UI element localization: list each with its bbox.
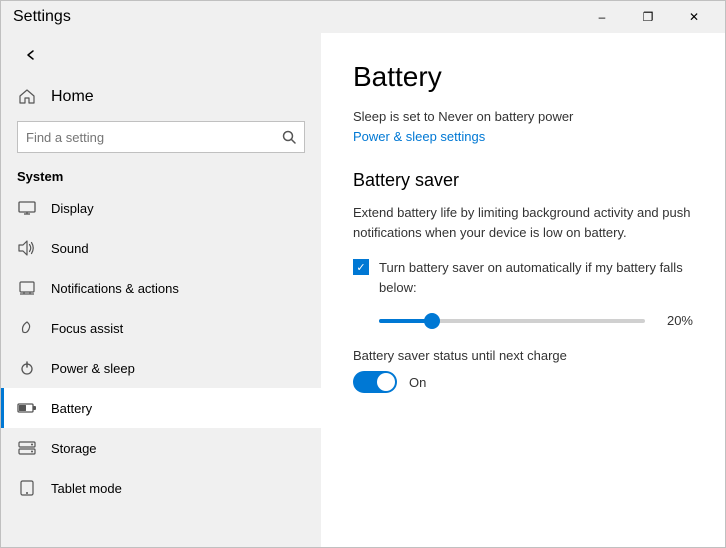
display-label: Display	[51, 201, 94, 216]
sidebar-nav-top	[1, 33, 321, 77]
focus-label: Focus assist	[51, 321, 123, 336]
battery-label: Battery	[51, 401, 92, 416]
tablet-label: Tablet mode	[51, 481, 122, 496]
display-icon	[17, 198, 37, 218]
checkbox-label: Turn battery saver on automatically if m…	[379, 258, 693, 297]
page-title: Battery	[353, 61, 693, 93]
power-icon	[17, 358, 37, 378]
main-layout: Home System Display	[1, 33, 725, 547]
sound-icon	[17, 238, 37, 258]
notifications-icon	[17, 278, 37, 298]
sidebar-item-tablet[interactable]: Tablet mode	[1, 468, 321, 508]
home-label: Home	[51, 88, 94, 106]
sidebar-item-storage[interactable]: Storage	[1, 428, 321, 468]
toggle-status-label: On	[409, 375, 426, 390]
maximize-button[interactable]: ❐	[625, 1, 671, 33]
back-button[interactable]	[17, 41, 45, 69]
sound-label: Sound	[51, 241, 89, 256]
sidebar-item-sound[interactable]: Sound	[1, 228, 321, 268]
battery-icon	[17, 398, 37, 418]
search-input[interactable]	[26, 130, 282, 145]
battery-saver-title: Battery saver	[353, 170, 693, 191]
search-box[interactable]	[17, 121, 305, 153]
notifications-label: Notifications & actions	[51, 281, 179, 296]
sidebar-item-notifications[interactable]: Notifications & actions	[1, 268, 321, 308]
title-bar-title: Settings	[13, 8, 71, 26]
sidebar-item-display[interactable]: Display	[1, 188, 321, 228]
home-icon	[17, 87, 37, 107]
focus-icon	[17, 318, 37, 338]
tablet-icon	[17, 478, 37, 498]
power-sleep-link[interactable]: Power & sleep settings	[353, 129, 485, 144]
battery-saver-checkbox[interactable]: ✓	[353, 259, 369, 275]
storage-icon	[17, 438, 37, 458]
title-bar: Settings – ❐ ✕	[1, 1, 725, 33]
storage-label: Storage	[51, 441, 97, 456]
close-button[interactable]: ✕	[671, 1, 717, 33]
slider-thumb[interactable]	[424, 313, 440, 329]
battery-threshold-slider-row: 20%	[379, 313, 693, 328]
search-icon	[282, 130, 296, 144]
battery-saver-checkbox-row: ✓ Turn battery saver on automatically if…	[353, 258, 693, 297]
toggle-knob	[377, 373, 395, 391]
battery-saver-toggle-row: On	[353, 371, 693, 393]
settings-window: Settings – ❐ ✕	[0, 0, 726, 548]
sidebar-item-battery[interactable]: Battery	[1, 388, 321, 428]
content-panel: Battery Sleep is set to Never on battery…	[321, 33, 725, 547]
title-bar-controls: – ❐ ✕	[579, 1, 717, 33]
minimize-button[interactable]: –	[579, 1, 625, 33]
sidebar-item-focus[interactable]: Focus assist	[1, 308, 321, 348]
toggle-section-label: Battery saver status until next charge	[353, 348, 693, 363]
title-bar-left: Settings	[13, 8, 71, 26]
sidebar-item-power[interactable]: Power & sleep	[1, 348, 321, 388]
battery-saver-description: Extend battery life by limiting backgrou…	[353, 203, 693, 242]
checkbox-check-icon: ✓	[356, 261, 365, 274]
battery-saver-toggle[interactable]	[353, 371, 397, 393]
power-label: Power & sleep	[51, 361, 135, 376]
slider-value: 20%	[657, 313, 693, 328]
sleep-info: Sleep is set to Never on battery power	[353, 109, 693, 124]
sidebar-section-label: System	[1, 161, 321, 188]
back-icon	[25, 49, 37, 61]
slider-track[interactable]	[379, 319, 645, 323]
sidebar: Home System Display	[1, 33, 321, 547]
sidebar-item-home[interactable]: Home	[1, 77, 321, 117]
